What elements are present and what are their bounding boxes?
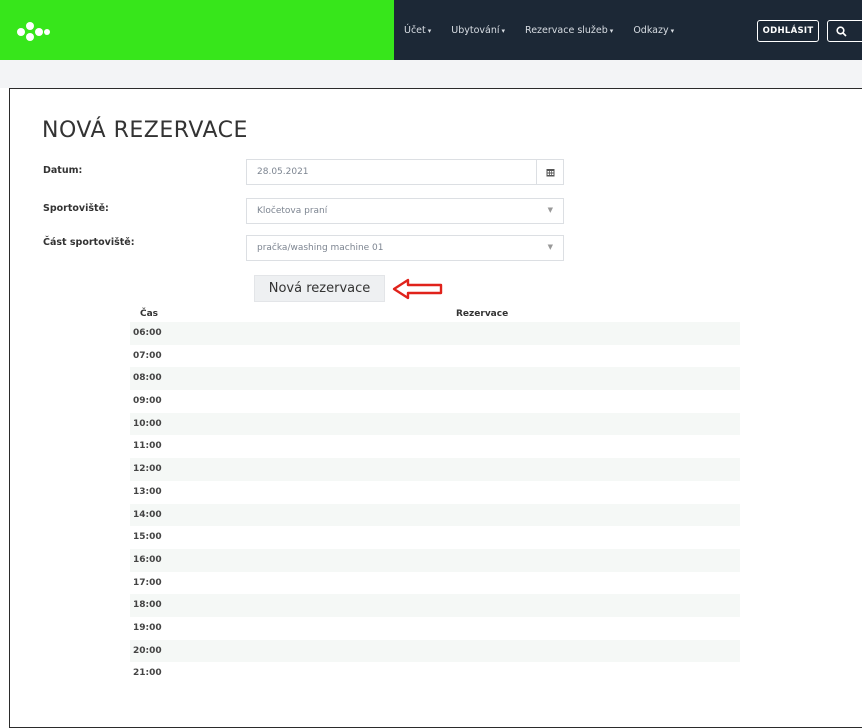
- table-row[interactable]: 09:00: [130, 390, 740, 413]
- table-row[interactable]: 12:00: [130, 458, 740, 481]
- page-title: NOVÁ REZERVACE: [42, 118, 248, 143]
- chevron-down-icon: ▼: [547, 206, 553, 214]
- time-slot-label: 18:00: [133, 600, 162, 611]
- table-row[interactable]: 06:00: [130, 322, 740, 345]
- chevron-down-icon: ▾: [609, 26, 614, 35]
- logo-icon[interactable]: [17, 22, 57, 42]
- main-nav: Účet ▾ Ubytování ▾ Rezervace služeb ▾ Odkaz…: [394, 0, 862, 60]
- table-row[interactable]: 07:00: [130, 345, 740, 368]
- chevron-down-icon: ▼: [547, 243, 553, 251]
- table-row[interactable]: 15:00: [130, 526, 740, 549]
- search-button[interactable]: [827, 20, 862, 42]
- table-row[interactable]: 19:00: [130, 617, 740, 640]
- time-slot-label: 21:00: [133, 668, 162, 679]
- table-row[interactable]: 08:00: [130, 367, 740, 391]
- table-row[interactable]: 10:00: [130, 412, 740, 436]
- table-row[interactable]: 14:00: [130, 503, 740, 527]
- time-slot-label: 07:00: [133, 350, 162, 361]
- nav-item-odkazy[interactable]: Odkazy ▾: [633, 25, 674, 36]
- chevron-down-icon: ▾: [427, 26, 432, 35]
- time-slot-label: 14:00: [133, 509, 162, 520]
- time-slot-label: 13:00: [133, 486, 162, 497]
- nav-item-ucet[interactable]: Účet ▾: [404, 25, 431, 36]
- subheader-band: [0, 60, 862, 88]
- column-header-reservation: Rezervace: [456, 309, 509, 319]
- nav-item-rezervace-sluzeb[interactable]: Rezervace služeb ▾: [525, 25, 613, 36]
- brand-area: [0, 0, 394, 60]
- search-icon: [836, 25, 847, 37]
- time-slot-label: 10:00: [133, 418, 162, 429]
- red-arrow-icon: [392, 278, 443, 300]
- cast-sportoviste-label: Část sportoviště:: [43, 237, 135, 248]
- table-row[interactable]: 20:00: [130, 639, 740, 663]
- datum-value: 28.05.2021: [257, 167, 309, 177]
- table-row[interactable]: 11:00: [130, 435, 740, 458]
- chevron-down-icon: ▾: [670, 26, 675, 35]
- table-row[interactable]: 17:00: [130, 572, 740, 595]
- time-slot-label: 09:00: [133, 396, 162, 407]
- top-bar: Účet ▾ Ubytování ▾ Rezervace služeb ▾ Odkaz…: [0, 0, 862, 64]
- table-row[interactable]: 16:00: [130, 548, 740, 572]
- table-row[interactable]: 13:00: [130, 481, 740, 504]
- nav-item-ubytovani[interactable]: Ubytování ▾: [451, 25, 505, 36]
- time-slot-label: 08:00: [133, 373, 162, 384]
- calendar-icon[interactable]: [536, 160, 563, 184]
- datum-input[interactable]: 28.05.2021: [246, 159, 564, 185]
- sportoviste-select[interactable]: Kločetova praní ▼: [246, 198, 564, 224]
- logout-button[interactable]: ODHLÁSIT: [757, 20, 819, 42]
- time-slot-label: 12:00: [133, 464, 162, 475]
- cast-sportoviste-value: pračka/washing machine 01: [257, 243, 384, 253]
- time-slot-label: 15:00: [133, 532, 162, 543]
- sportoviste-label: Sportoviště:: [43, 203, 109, 214]
- sportoviste-value: Kločetova praní: [257, 206, 328, 216]
- cast-sportoviste-select[interactable]: pračka/washing machine 01 ▼: [246, 235, 564, 261]
- time-slot-label: 11:00: [133, 441, 162, 452]
- table-row[interactable]: 18:00: [130, 594, 740, 617]
- time-slot-label: 16:00: [133, 554, 162, 565]
- column-header-time: Čas: [140, 309, 159, 319]
- time-slot-label: 20:00: [133, 645, 162, 656]
- time-slot-label: 17:00: [133, 577, 162, 588]
- datum-label: Datum:: [43, 165, 83, 176]
- table-row[interactable]: 21:00: [130, 662, 740, 685]
- chevron-down-icon: ▾: [501, 26, 506, 35]
- schedule-table: 06:00 07:00 08:00 09:00 10:00 11:00 12:00 13:00…: [130, 322, 740, 685]
- time-slot-label: 19:00: [133, 622, 162, 633]
- time-slot-label: 06:00: [133, 328, 162, 338]
- new-reservation-button[interactable]: Nová rezervace: [254, 275, 385, 302]
